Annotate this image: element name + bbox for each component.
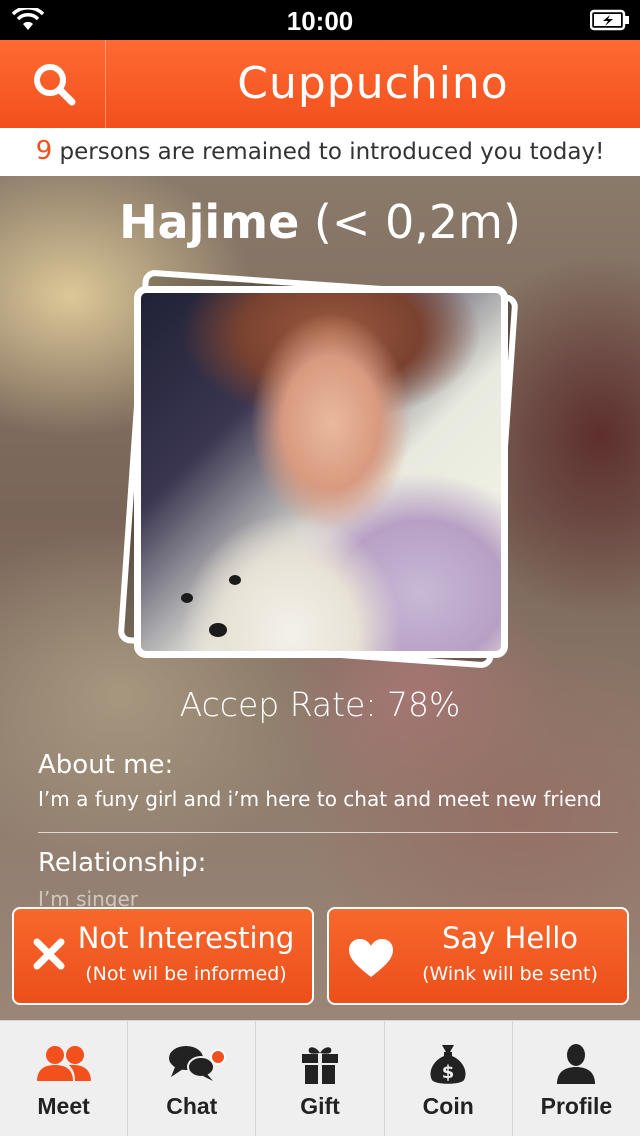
photo-detail — [209, 623, 227, 637]
say-hello-sub: (Wink will be sent) — [422, 963, 598, 985]
tab-gift-label: Gift — [300, 1093, 340, 1119]
tab-chat[interactable]: Chat — [128, 1021, 257, 1136]
tab-meet[interactable]: Meet — [0, 1021, 129, 1136]
svg-text:$: $ — [442, 1062, 455, 1083]
heart-icon — [347, 937, 395, 983]
tab-profile-label: Profile — [540, 1093, 613, 1119]
profile-photo[interactable] — [134, 286, 508, 658]
tab-coin-label: Coin — [422, 1093, 474, 1119]
photo-detail — [181, 593, 193, 603]
remaining-count: 9 — [35, 136, 53, 166]
notice-text: persons are remained to introduced you t… — [52, 139, 605, 165]
tab-profile[interactable]: Profile — [513, 1021, 640, 1136]
search-icon — [34, 64, 76, 106]
daily-notice: 9 persons are remained to introduced you… — [0, 128, 640, 176]
chat-bubbles-icon — [168, 1046, 215, 1081]
app-header: Cuppuchino — [0, 40, 640, 128]
profile-distance: (< 0,2m) — [299, 195, 521, 249]
user-icon — [557, 1044, 596, 1084]
about-label: About me: — [38, 750, 174, 780]
gift-icon — [302, 1047, 338, 1084]
close-icon — [32, 937, 66, 975]
not-interesting-label: Not Interesting — [77, 921, 295, 955]
say-hello-label: Say Hello — [441, 921, 579, 955]
say-hello-button[interactable]: Say Hello (Wink will be sent) — [327, 907, 629, 1005]
profile-heading: Hajime (< 0,2m) — [0, 195, 640, 249]
profile-name: Hajime — [119, 195, 300, 249]
about-text: I’m a funy girl and i’m here to chat and… — [38, 787, 602, 811]
divider — [38, 832, 618, 833]
battery-charging-icon — [589, 9, 630, 35]
relationship-label: Relationship: — [38, 848, 207, 878]
tab-bar: Meet Chat Gift $ Coin Profile — [0, 1020, 640, 1136]
tab-meet-label: Meet — [37, 1093, 90, 1119]
photo-detail — [229, 575, 241, 585]
not-interesting-button[interactable]: Not Interesting (Not wil be informed) — [12, 907, 314, 1005]
tab-gift[interactable]: Gift — [256, 1021, 385, 1136]
tab-chat-label: Chat — [166, 1093, 218, 1119]
accept-rate: Accep Rate: 78% — [179, 685, 461, 724]
not-interesting-sub: (Not wil be informed) — [85, 963, 287, 985]
search-button[interactable] — [0, 40, 106, 128]
users-icon — [36, 1046, 91, 1081]
app-title: Cuppuchino — [237, 58, 509, 109]
money-bag-icon: $ — [430, 1045, 466, 1084]
status-bar: 10:00 — [0, 0, 640, 40]
tab-coin[interactable]: $ Coin — [385, 1021, 513, 1136]
status-time: 10:00 — [286, 6, 354, 36]
